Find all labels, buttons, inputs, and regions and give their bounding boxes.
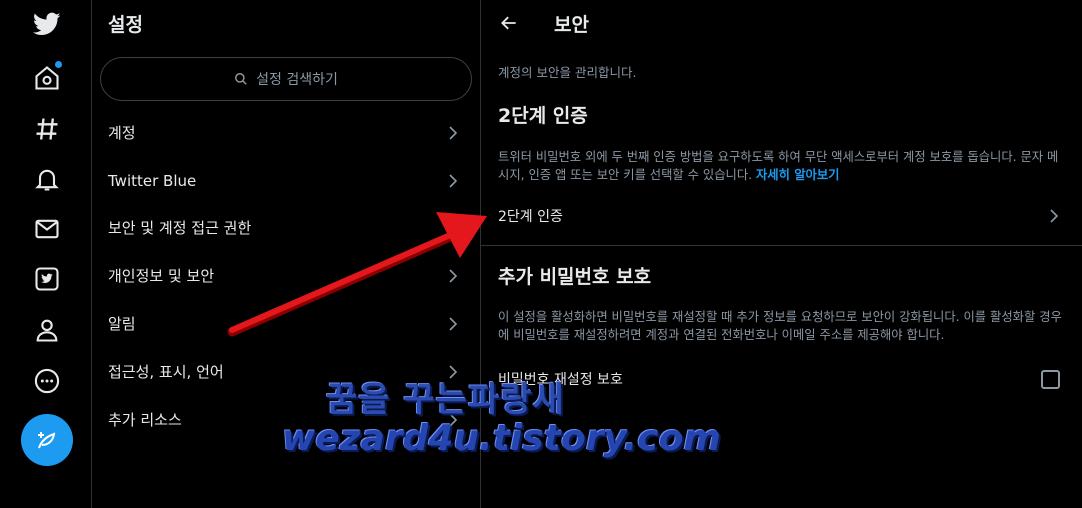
chevron-right-icon [449, 268, 458, 283]
explore-hashtag-icon[interactable] [30, 112, 64, 146]
compose-tweet-icon [38, 432, 56, 449]
two-factor-row[interactable]: 2단계 인증 [481, 194, 1082, 238]
twitter-blue-icon[interactable] [30, 262, 64, 296]
settings-item-label: Twitter Blue [108, 171, 197, 190]
search-icon [235, 73, 247, 85]
settings-item-label: 계정 [108, 124, 136, 142]
two-factor-row-label: 2단계 인증 [498, 209, 563, 225]
settings-item-twitter-blue[interactable]: Twitter Blue [92, 157, 481, 204]
back-arrow-icon[interactable] [499, 13, 519, 33]
more-icon[interactable] [30, 364, 64, 398]
two-factor-heading: 2단계 인증 [498, 105, 588, 127]
settings-search-input[interactable]: 설정 검색하기 [100, 57, 472, 101]
settings-item-label: 추가 리소스 [108, 411, 182, 429]
section-divider [481, 245, 1082, 246]
password-reset-protection-row[interactable]: 비밀번호 재설정 보호 [481, 357, 1082, 401]
notification-dot [55, 61, 62, 68]
chevron-right-icon [449, 316, 458, 331]
notifications-bell-icon[interactable] [30, 162, 64, 196]
left-nav-rail [0, 0, 92, 508]
twitter-logo-icon[interactable] [30, 7, 64, 41]
compose-tweet-button[interactable] [21, 414, 73, 466]
profile-icon[interactable] [30, 313, 64, 347]
chevron-right-icon [449, 125, 458, 140]
settings-item-security-access[interactable]: 보안 및 계정 접근 권한 [92, 204, 481, 251]
password-protection-heading: 추가 비밀번호 보호 [498, 266, 652, 288]
settings-item-label: 알림 [108, 315, 136, 333]
password-protection-description: 이 설정을 활성화하면 비밀번호를 재설정할 때 추가 정보를 요청하므로 보안… [498, 310, 1062, 342]
settings-item-label: 보안 및 계정 접근 권한 [108, 219, 252, 237]
settings-item-label: 접근성, 표시, 언어 [108, 363, 224, 381]
security-title: 보안 [554, 14, 589, 36]
messages-mail-icon[interactable] [30, 212, 64, 246]
settings-item-privacy[interactable]: 개인정보 및 보안 [92, 252, 481, 299]
learn-more-link[interactable]: 자세히 알아보기 [756, 168, 839, 182]
security-subtitle: 계정의 보안을 관리합니다. [498, 65, 637, 80]
watermark-url: wezard4u.tistory.com [282, 418, 721, 459]
password-reset-protection-checkbox[interactable] [1041, 369, 1060, 389]
settings-item-label: 개인정보 및 보안 [108, 267, 215, 285]
settings-title: 설정 [108, 14, 143, 36]
two-factor-description: 트위터 비밀번호 외에 두 번째 인증 방법을 요구하도록 하여 무단 액세스로… [498, 150, 1059, 182]
settings-item-account[interactable]: 계정 [92, 109, 481, 156]
search-placeholder: 설정 검색하기 [256, 72, 338, 88]
chevron-right-icon [449, 173, 458, 188]
home-icon[interactable] [30, 61, 64, 95]
settings-item-notifications[interactable]: 알림 [92, 300, 481, 347]
watermark-title: 꿈을 꾸는파랑새 [326, 380, 565, 420]
chevron-right-icon [1050, 209, 1059, 223]
